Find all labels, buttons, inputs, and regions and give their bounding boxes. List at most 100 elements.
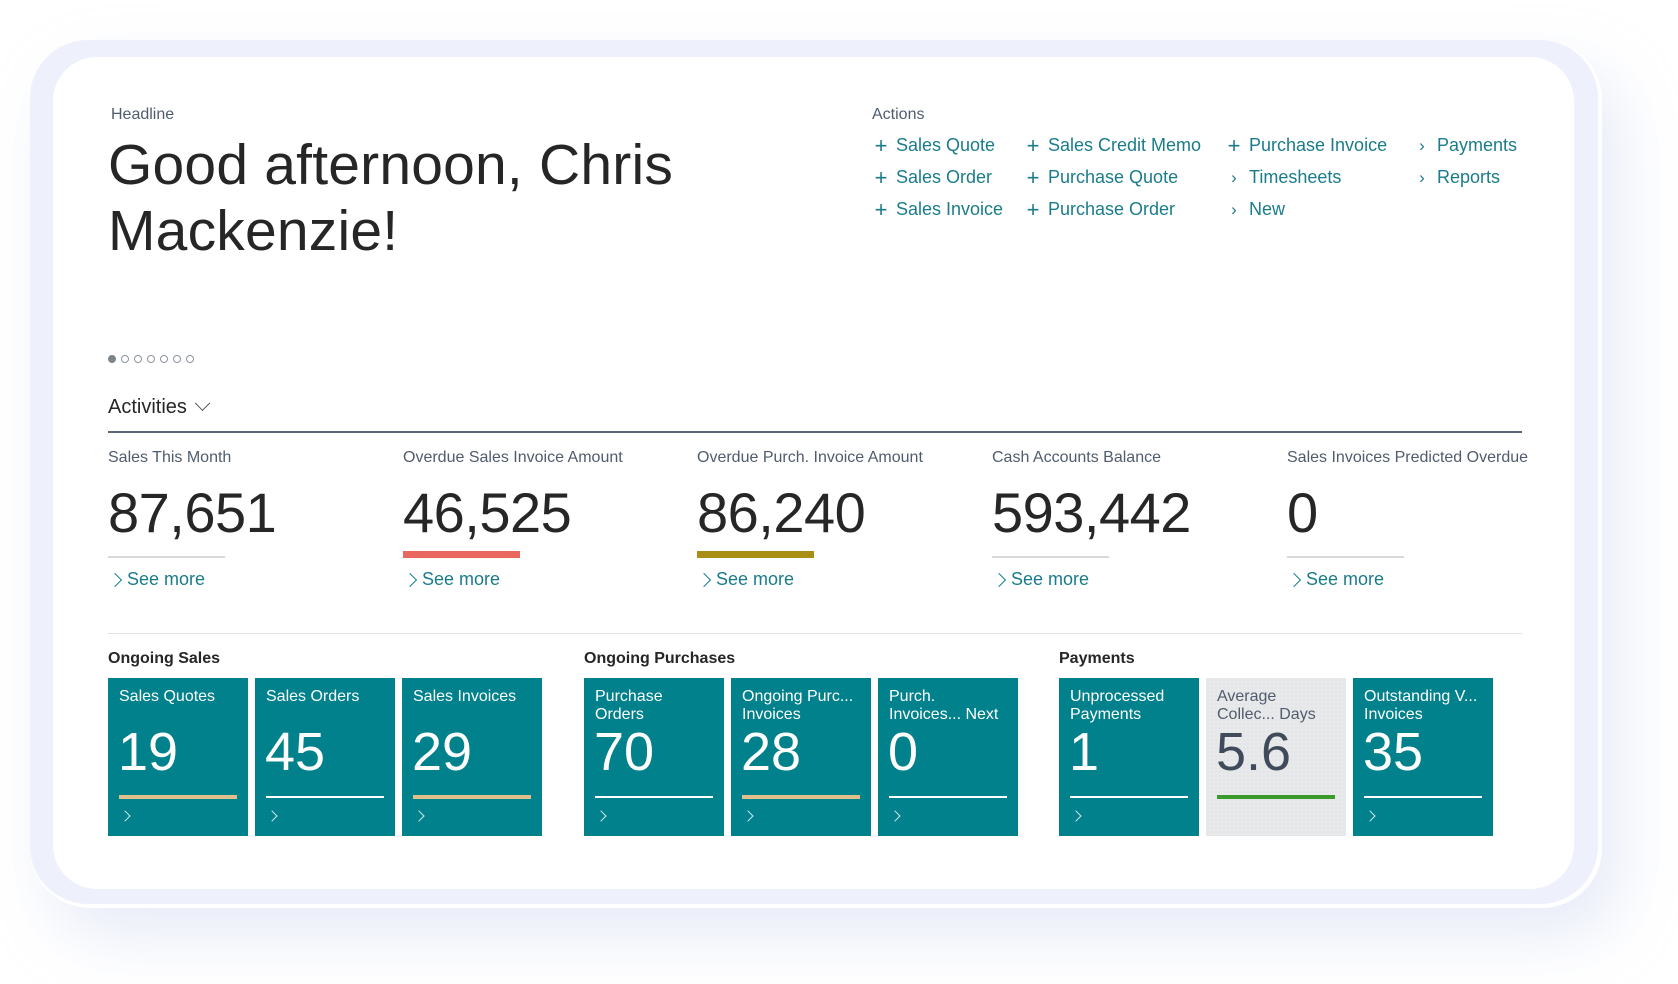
chevron-right-icon <box>889 810 901 822</box>
chevron-right-icon <box>1286 572 1302 587</box>
tile-value: 19 <box>118 722 179 782</box>
tile-indicator-bar <box>1364 796 1482 798</box>
kpi-indicator-bar <box>108 556 225 558</box>
tile-indicator-bar <box>889 796 1007 798</box>
action-label: Purchase Invoice <box>1249 135 1388 155</box>
kpi-sales-invoices-predicted-overdue[interactable]: Sales Invoices Predicted Overdue 0 See mor… <box>1286 449 1547 589</box>
kpi-indicator-bar <box>992 556 1109 558</box>
tile-sales-quotes[interactable]: Sales Quotes 19 <box>108 678 248 836</box>
tile-sales-orders[interactable]: Sales Orders 45 <box>255 678 395 836</box>
chevron-down-icon <box>194 395 211 412</box>
carousel-dot[interactable] <box>160 355 168 363</box>
kpi-label: Cash Accounts Balance <box>992 449 1161 466</box>
plus-icon: + <box>1227 132 1241 158</box>
group-title-ongoing-purchases: Ongoing Purchases <box>584 650 736 667</box>
see-more-link[interactable]: See more <box>402 569 501 590</box>
tile-label: Sales Quotes <box>119 688 216 705</box>
tile-purchase-orders[interactable]: Purchase Orders 70 <box>584 678 724 836</box>
see-more-link[interactable]: See more <box>991 569 1090 590</box>
kpi-sales-this-month[interactable]: Sales This Month 87,651 See more <box>107 449 368 589</box>
tile-indicator-bar <box>1217 795 1335 799</box>
kpi-value[interactable]: 593,442 <box>992 483 1252 543</box>
chevron-right-icon: › <box>1231 167 1237 187</box>
tile-label: Sales Invoices <box>413 688 517 705</box>
kpi-cash-accounts-balance[interactable]: Cash Accounts Balance 593,442 See more <box>991 449 1252 589</box>
action-payments[interactable]: › Payments <box>1413 135 1517 156</box>
kpi-value[interactable]: 87,651 <box>108 483 368 543</box>
action-purchase-order[interactable]: + Purchase Order <box>1024 196 1176 222</box>
see-more-label: See more <box>716 569 795 589</box>
action-sales-credit-memo[interactable]: + Sales Credit Memo <box>1024 132 1202 158</box>
chevron-right-icon <box>991 572 1007 587</box>
kpi-value[interactable]: 46,525 <box>403 483 663 543</box>
chevron-right-icon <box>595 810 607 822</box>
plus-icon: + <box>1026 132 1040 158</box>
tile-value: 5.6 <box>1216 722 1292 782</box>
activities-divider <box>108 431 1522 433</box>
see-more-link[interactable]: See more <box>107 569 205 590</box>
kpi-indicator-bar <box>1287 556 1404 558</box>
action-sales-quote[interactable]: + Sales Quote <box>872 134 996 156</box>
tile-value: 1 <box>1069 722 1100 782</box>
kpi-overdue-purch-invoice-amount[interactable]: Overdue Purch. Invoice Amount 86,240 See m… <box>696 449 957 589</box>
tile-label: Purch. Invoices... Next Week <box>889 688 999 723</box>
tile-purch-invoices-next-week[interactable]: Purch. Invoices... Next Week0 <box>878 678 1018 836</box>
tile-label: Ongoing Purc... Invoices <box>742 688 854 723</box>
chevron-right-icon <box>266 810 278 822</box>
carousel-dot[interactable] <box>186 355 194 363</box>
tile-value: 0 <box>888 722 919 782</box>
tile-label: Outstanding V... Invoices <box>1364 688 1478 723</box>
action-sales-order[interactable]: + Sales Order <box>872 166 993 188</box>
kpi-label: Sales This Month <box>108 449 232 466</box>
tile-label: Average Collec... Days <box>1217 688 1316 723</box>
action-purchase-quote[interactable]: + Purchase Quote <box>1024 164 1179 190</box>
kpi-value[interactable]: 0 <box>1287 483 1547 543</box>
carousel-dot[interactable] <box>121 355 129 363</box>
plus-icon: + <box>1026 164 1040 190</box>
activities-title: Activities <box>108 396 187 418</box>
action-sales-invoice[interactable]: + Sales Invoice <box>872 198 1004 220</box>
carousel-dot[interactable] <box>134 355 142 363</box>
tile-indicator-bar <box>413 795 531 799</box>
see-more-label: See more <box>422 569 501 589</box>
tile-outstanding-v-invoices[interactable]: Outstanding V... Invoices 35 <box>1353 678 1493 836</box>
see-more-link[interactable]: See more <box>696 569 795 590</box>
kpi-value[interactable]: 86,240 <box>697 483 957 543</box>
kpi-label: Overdue Purch. Invoice Amount <box>697 449 923 466</box>
tile-label: Sales Orders <box>266 688 360 705</box>
action-label: Purchase Quote <box>1048 167 1179 187</box>
carousel-dot[interactable] <box>173 355 181 363</box>
chevron-right-icon: › <box>1419 135 1425 155</box>
tile-value: 28 <box>741 722 802 782</box>
kpi-overdue-sales-invoice-amount[interactable]: Overdue Sales Invoice Amount 46,525 See mo… <box>402 449 663 589</box>
group-title-payments: Payments <box>1059 650 1135 667</box>
tile-label: Purchase Orders <box>595 688 663 723</box>
kpi-indicator-bar <box>403 551 520 558</box>
greeting-headline: Good afternoon, Chris Mackenzie! <box>108 133 674 263</box>
see-more-label: See more <box>1306 569 1385 589</box>
plus-icon: + <box>1026 196 1040 222</box>
action-timesheets[interactable]: › Timesheets <box>1225 167 1341 188</box>
carousel-dot[interactable] <box>108 355 116 363</box>
see-more-link[interactable]: See more <box>1286 569 1385 590</box>
action-reports[interactable]: › Reports <box>1413 167 1500 188</box>
tile-ongoing-purc-invoices[interactable]: Ongoing Purc... Invoices 28 <box>731 678 871 836</box>
activities-header[interactable]: Activities <box>108 395 211 419</box>
tile-unprocessed-payments[interactable]: Unprocessed Payments 1 <box>1059 678 1199 836</box>
action-label: Purchase Order <box>1048 199 1176 219</box>
see-more-label: See more <box>1011 569 1090 589</box>
group-title-ongoing-sales: Ongoing Sales <box>108 650 221 667</box>
tile-sales-invoices[interactable]: Sales Invoices 29 <box>402 678 542 836</box>
carousel-dot[interactable] <box>147 355 155 363</box>
action-purchase-invoice[interactable]: + Purchase Invoice <box>1225 132 1388 158</box>
action-label: Sales Credit Memo <box>1048 135 1202 155</box>
tile-average-collec-days[interactable]: Average Collec... Days 5.6 <box>1206 678 1346 836</box>
chevron-right-icon <box>107 572 123 587</box>
kpi-label: Overdue Sales Invoice Amount <box>403 449 623 466</box>
chevron-right-icon <box>402 572 418 587</box>
action-new[interactable]: › New <box>1225 199 1285 220</box>
headline-label: Headline <box>111 106 175 123</box>
tile-value: 70 <box>594 722 655 782</box>
action-label: Timesheets <box>1249 167 1342 187</box>
action-label: Sales Order <box>896 167 993 187</box>
